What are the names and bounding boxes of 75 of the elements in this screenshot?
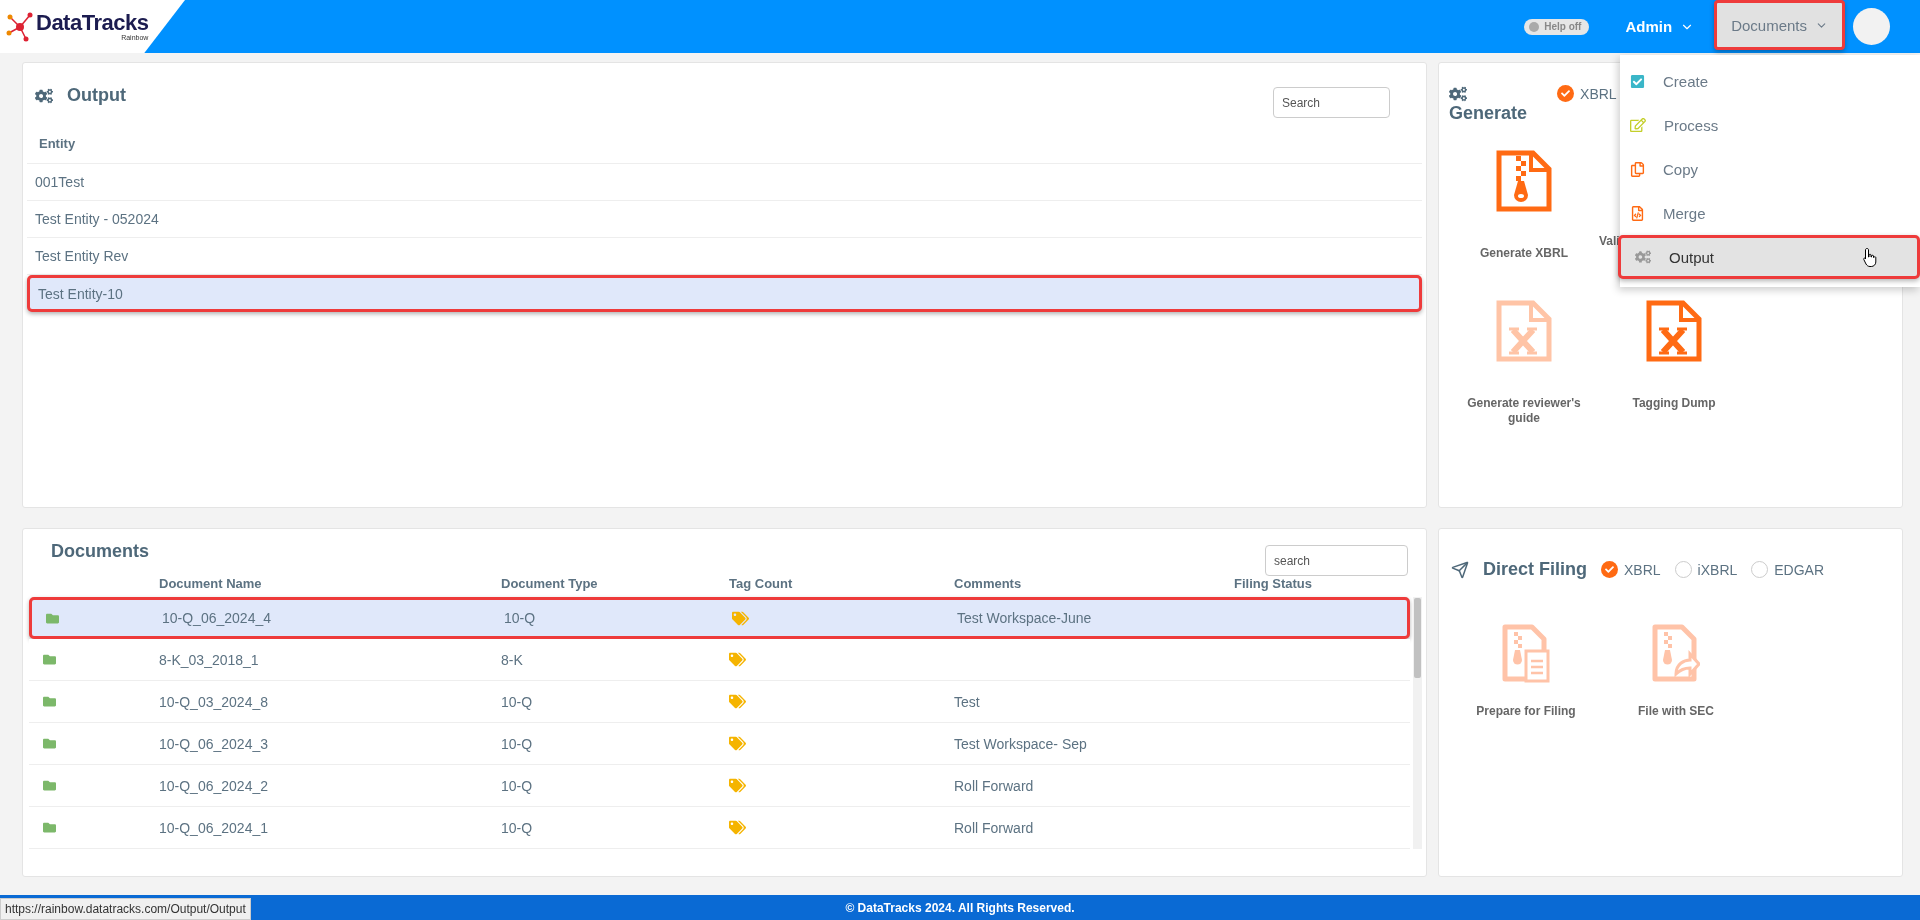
xbrl-radio[interactable]: XBRL <box>1557 85 1617 102</box>
menu-item[interactable]: Process <box>1620 103 1920 147</box>
menu-item[interactable]: Copy <box>1620 147 1920 191</box>
table-cell-text: 10-Q_06_2024_1 <box>159 819 269 836</box>
action-button[interactable]: Generate reviewer's guide <box>1449 300 1599 426</box>
table-cell-text: 8-K_03_2018_1 <box>159 651 260 668</box>
table-cell-text: 10-Q <box>501 693 534 710</box>
panel-title: Documents <box>51 541 149 562</box>
folder-icon <box>46 611 59 625</box>
avatar[interactable] <box>1853 8 1890 45</box>
column-header: Tag Count <box>729 576 794 591</box>
table-cell-text: Roll Forward <box>954 819 1035 836</box>
check-icon <box>1561 89 1571 98</box>
format-radio[interactable]: EDGAR <box>1751 561 1825 578</box>
format-radio[interactable]: iXBRL <box>1674 561 1738 578</box>
table-cell-text: Test <box>954 693 981 710</box>
table-cell-text: 10-Q <box>501 819 534 836</box>
panel-title: Output <box>67 85 126 106</box>
gears-icon <box>1635 249 1651 265</box>
action-button[interactable]: File with SEC <box>1601 624 1751 719</box>
panel-title: Direct Filing <box>1483 559 1587 580</box>
copyright-text: © DataTracks 2024. All Rights Reserved. <box>845 900 1075 915</box>
action-button[interactable]: Tagging Dump <box>1599 300 1749 426</box>
gears-icon <box>35 86 53 105</box>
document-row[interactable]: 10-Q_06_2024_4 10-Q Test Workspace-June <box>29 597 1410 639</box>
status-url: https://rainbow.datatracks.com/Output/Output <box>0 898 251 920</box>
tags-icon <box>732 609 749 627</box>
folder-icon <box>43 737 56 750</box>
table-cell-text: 10-Q_03_2024_8 <box>159 693 269 710</box>
column-header: Comments <box>954 576 1023 591</box>
folder-icon <box>43 779 56 792</box>
checkbox-icon <box>1630 73 1645 89</box>
table-cell-text: 10-Q <box>501 777 534 794</box>
documents-menu-button[interactable]: Documents <box>1714 0 1845 50</box>
gears-icon <box>1449 85 1467 103</box>
format-radio[interactable]: XBRL <box>1601 561 1661 578</box>
entity-row[interactable]: Test Entity-10 <box>27 275 1422 312</box>
tags-icon <box>729 735 746 752</box>
action-button[interactable]: Generate XBRL <box>1449 150 1599 261</box>
table-cell-text: 10-Q_06_2024_4 <box>162 610 272 626</box>
table-cell-text: 10-Q <box>504 610 537 626</box>
search-field[interactable]: search <box>1265 545 1408 576</box>
copy-icon <box>1630 161 1645 177</box>
table-cell-text: Roll Forward <box>954 777 1035 794</box>
search-field[interactable]: Search <box>1273 87 1390 118</box>
folder-icon <box>43 695 56 708</box>
column-header: Document Name <box>159 576 263 591</box>
tags-icon <box>729 651 746 668</box>
check-icon <box>1605 565 1614 574</box>
logo-text: DataTracks <box>36 12 149 34</box>
tags-icon <box>729 819 746 836</box>
tags-icon <box>729 777 746 794</box>
table-cell-text: 10-Q_06_2024_3 <box>159 735 269 752</box>
table-cell-text: 8-K <box>501 651 524 668</box>
menu-item[interactable]: Merge <box>1620 191 1920 235</box>
table-cell-text: 10-Q <box>501 735 534 752</box>
help-toggle[interactable]: Help off <box>1524 18 1590 35</box>
menu-item[interactable]: Create <box>1620 59 1920 103</box>
menu-item[interactable]: Output <box>1618 235 1920 279</box>
table-cell-text: 10-Q_06_2024_2 <box>159 777 269 794</box>
tags-icon <box>729 693 746 710</box>
column-header: Filing Status <box>1234 576 1313 591</box>
user-menu[interactable]: Admin <box>1619 17 1701 36</box>
table-cell-text: Test Workspace- Sep <box>954 735 1088 752</box>
molecule-logo-icon <box>6 10 34 43</box>
folder-icon <box>43 821 56 834</box>
column-header: Document Type <box>501 576 599 591</box>
hand-cursor-icon <box>1863 247 1877 267</box>
table-cell-text: Test Workspace-June <box>957 610 1093 626</box>
panel-title: Generate <box>1449 103 1528 124</box>
folder-icon <box>43 653 56 666</box>
action-button[interactable]: Prepare for Filing <box>1451 624 1601 719</box>
edit-icon <box>1630 117 1646 133</box>
code-file-icon <box>1630 205 1645 221</box>
paper-plane-icon <box>1451 560 1469 579</box>
